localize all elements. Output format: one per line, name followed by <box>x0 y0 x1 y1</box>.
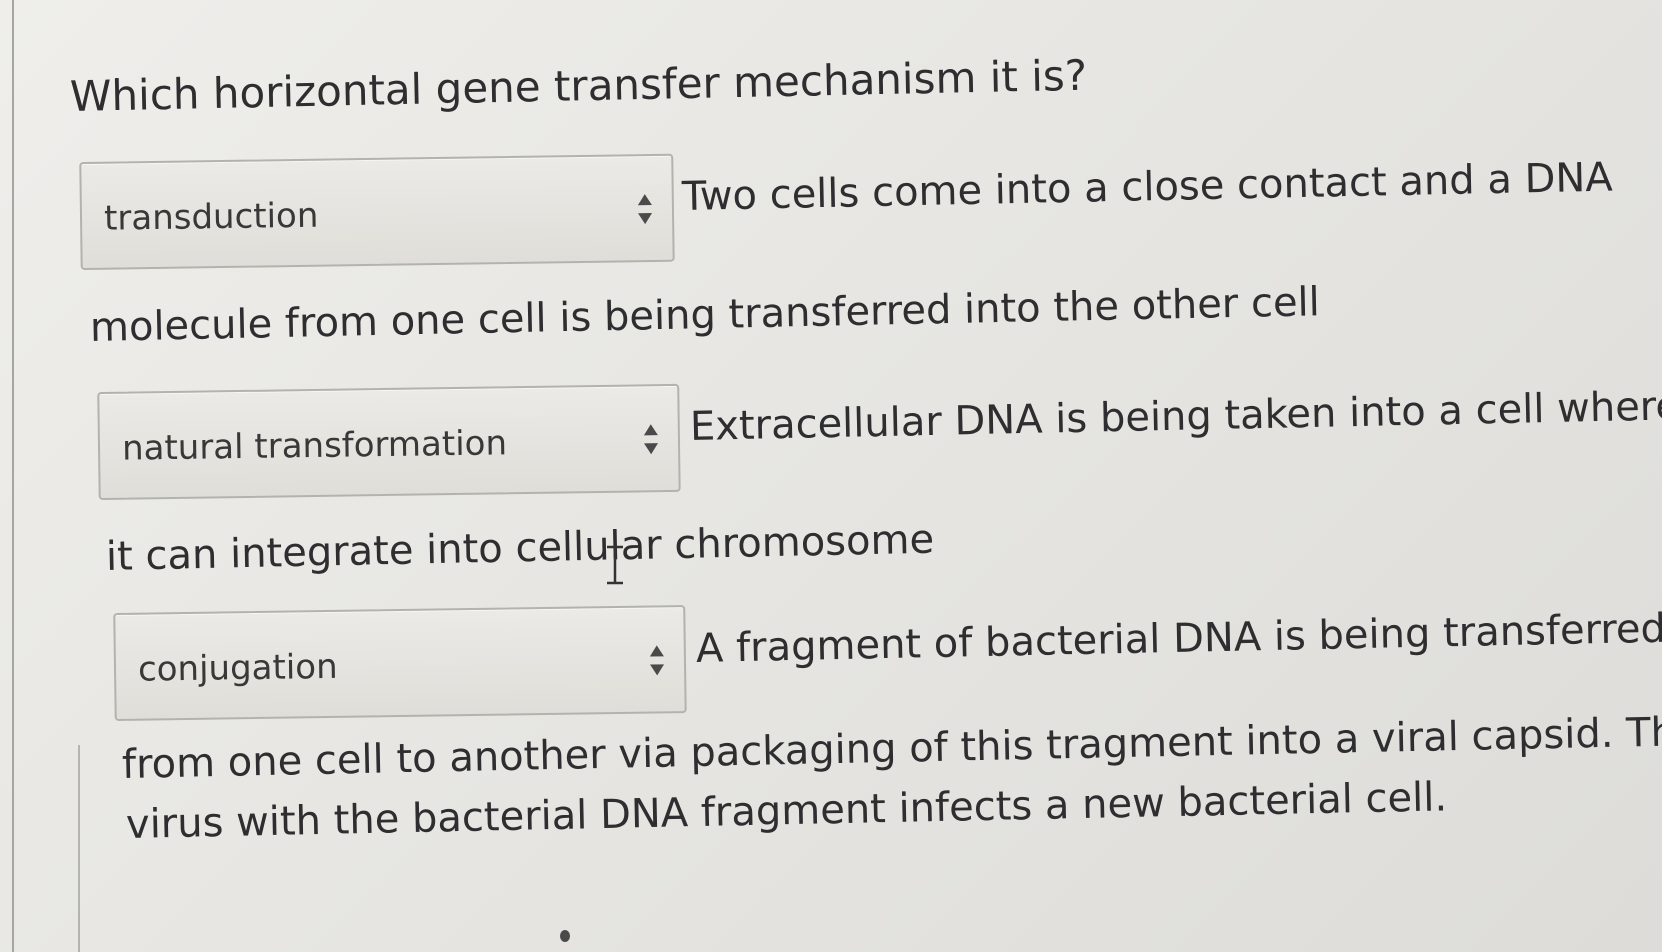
up-down-chevron-icon <box>637 194 653 225</box>
up-down-chevron-icon <box>649 645 665 676</box>
inner-divider <box>78 745 80 952</box>
statement-2-line-2: it can integrate into cellular chromosom… <box>105 516 935 580</box>
dropdown-value-1: transduction <box>103 195 319 239</box>
dropdown-item-2[interactable]: natural transformation <box>97 383 681 500</box>
question-title: Which horizontal gene transfer mechanism… <box>69 50 1088 121</box>
left-divider <box>12 0 14 952</box>
statement-3-line-1: A fragment of bacterial DNA is being tra… <box>695 605 1662 672</box>
statement-1-line-1: Two cells come into a close contact and … <box>681 154 1614 220</box>
text-cursor-icon <box>607 545 623 585</box>
up-down-chevron-icon <box>643 424 659 455</box>
dropdown-item-3[interactable]: conjugation <box>113 605 687 721</box>
dropdown-value-2: natural transformation <box>121 423 508 469</box>
statement-2-line-1: Extracellular DNA is being taken into a … <box>689 383 1662 450</box>
dropdown-item-1[interactable]: transduction <box>79 153 675 270</box>
statement-1-line-2: molecule from one cell is being transfer… <box>89 279 1321 351</box>
dropdown-value-3: conjugation <box>137 646 338 690</box>
dot-icon <box>560 930 570 942</box>
quiz-screen: Which horizontal gene transfer mechanism… <box>0 0 1662 952</box>
